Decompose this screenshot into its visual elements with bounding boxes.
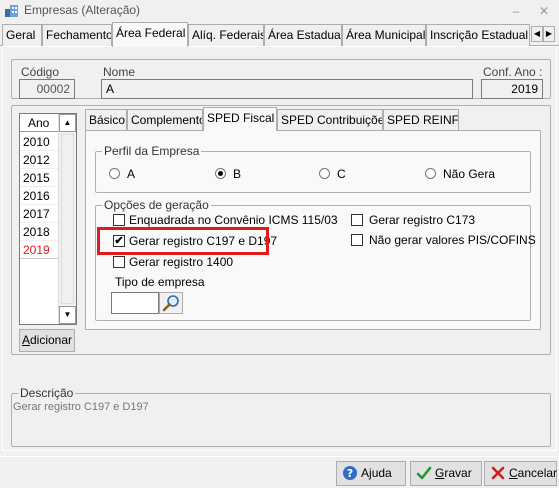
- tipo-empresa-label: Tipo de empresa: [115, 275, 205, 289]
- hotkey-letter: A: [21, 333, 30, 347]
- tab-label: SPED Fiscal: [207, 111, 275, 125]
- perfil-label-b: B: [233, 167, 242, 181]
- scroll-down-icon[interactable]: ▼: [59, 306, 76, 324]
- cancelar-button[interactable]: Cancelar: [484, 461, 557, 486]
- hotkey-letter: C: [509, 466, 518, 480]
- perfil-title: Perfil da Empresa: [102, 144, 202, 158]
- search-icon: [162, 295, 179, 312]
- tab-label: Área Estadual: [268, 28, 342, 42]
- perfil-radio-nao-gera[interactable]: [425, 168, 436, 179]
- tipo-empresa-search-button[interactable]: [159, 292, 183, 314]
- year-list[interactable]: Ano 2010 2012 2015 2016 2017 2018 2019 ▲…: [19, 113, 77, 325]
- perfil-label-a: A: [127, 167, 136, 181]
- help-icon: ?: [343, 466, 357, 480]
- r1400-checkbox[interactable]: [113, 256, 125, 268]
- button-label: ravar: [444, 466, 472, 480]
- tab-complemento[interactable]: Complemento: [127, 109, 203, 130]
- year-list-scrollbar[interactable]: ▲ ▼: [58, 114, 76, 324]
- list-item[interactable]: 2012: [20, 151, 60, 169]
- tab-area-federal[interactable]: Área Federal: [112, 22, 188, 47]
- minimize-button[interactable]: –: [507, 3, 525, 19]
- hotkey-letter: G: [435, 466, 445, 480]
- scroll-track[interactable]: [61, 134, 74, 304]
- conf-ano-label: Conf. Ano :: [483, 65, 543, 79]
- gravar-button[interactable]: Gravar: [410, 461, 482, 486]
- tab-sped-fiscal[interactable]: SPED Fiscal: [203, 107, 277, 131]
- tab-label: Complemento: [131, 113, 203, 127]
- enquadrada-label: Enquadrada no Convênio ICMS 115/03: [129, 213, 338, 227]
- tab-label: Área Municipal: [346, 28, 426, 42]
- tab-aliq-federais[interactable]: Alíq. Federais: [188, 24, 264, 46]
- nome-field[interactable]: A: [101, 79, 473, 99]
- tab-label: SPED Contribuições: [281, 113, 383, 127]
- r1400-label: Gerar registro 1400: [129, 255, 234, 269]
- perfil-label-nao-gera: Não Gera: [443, 167, 496, 181]
- tab-sped-contribuicoes[interactable]: SPED Contribuições: [277, 109, 383, 130]
- main-tab-bar: Geral Fechamento Área Federal Alíq. Fede…: [0, 22, 559, 47]
- tab-label: SPED REINF: [387, 113, 459, 127]
- ajuda-button[interactable]: ? Ajuda: [336, 461, 406, 486]
- button-label: uda: [371, 466, 392, 480]
- tab-scroll-left-icon[interactable]: ◀: [531, 26, 543, 42]
- nao-pis-label: Não gerar valores PIS/COFINS: [369, 233, 536, 247]
- tab-fechamento[interactable]: Fechamento: [42, 24, 112, 46]
- scroll-up-icon[interactable]: ▲: [59, 114, 76, 132]
- tab-inscricao-estadual[interactable]: Inscrição Estadual S: [426, 24, 530, 46]
- svg-text:?: ?: [347, 467, 353, 480]
- close-button[interactable]: ✕: [535, 3, 553, 19]
- perfil-radio-c[interactable]: [319, 168, 330, 179]
- list-item[interactable]: 2017: [20, 205, 60, 223]
- tab-scroll-right-icon[interactable]: ▶: [543, 26, 555, 42]
- adicionar-button[interactable]: Adicionar: [19, 329, 75, 352]
- c173-checkbox[interactable]: [351, 214, 363, 226]
- list-item[interactable]: 2015: [20, 169, 60, 187]
- list-item-selected[interactable]: 2019: [20, 241, 60, 259]
- tab-label: Área Federal: [116, 26, 186, 40]
- button-label: dicionar: [29, 333, 73, 347]
- button-label: ancelar: [517, 466, 558, 480]
- codigo-field: 00002: [19, 79, 75, 99]
- app-icon: [5, 5, 18, 17]
- tab-sped-reinf[interactable]: SPED REINF: [383, 109, 459, 130]
- perfil-radio-b[interactable]: [215, 168, 226, 179]
- perfil-radio-a[interactable]: [109, 168, 120, 179]
- conf-ano-field: 2019: [481, 79, 543, 99]
- opcoes-title: Opções de geração: [102, 198, 211, 212]
- descricao-text: Gerar registro C197 e D197: [13, 401, 149, 413]
- tipo-empresa-field[interactable]: [111, 292, 159, 314]
- perfil-label-c: C: [337, 167, 346, 181]
- descricao-title: Descrição: [18, 386, 76, 400]
- c173-label: Gerar registro C173: [369, 213, 476, 227]
- tab-area-estadual[interactable]: Área Estadual: [264, 24, 342, 46]
- tab-label: Inscrição Estadual S: [430, 28, 530, 42]
- list-item[interactable]: 2018: [20, 223, 60, 241]
- window-title: Empresas (Alteração): [24, 3, 141, 17]
- checkmark-icon: [416, 466, 432, 480]
- area-federal-page: Código 00002 Nome A Conf. Ano : 2019 Ano…: [2, 46, 557, 451]
- tab-basico[interactable]: Básico: [85, 109, 127, 130]
- tab-geral[interactable]: Geral: [2, 24, 42, 46]
- nao-pis-checkbox[interactable]: [351, 234, 363, 246]
- list-item[interactable]: 2016: [20, 187, 60, 205]
- enquadrada-checkbox[interactable]: [113, 214, 125, 226]
- button-label: A: [361, 466, 370, 480]
- tab-label: Fechamento: [46, 28, 112, 42]
- tab-area-municipal[interactable]: Área Municipal: [342, 24, 426, 46]
- highlight-box: [97, 227, 269, 255]
- nome-label: Nome: [103, 65, 136, 79]
- title-bar: Empresas (Alteração) – ✕: [0, 0, 559, 22]
- tab-label: Básico: [89, 113, 126, 127]
- tab-label: Alíq. Federais: [192, 28, 264, 42]
- list-item[interactable]: 2010: [20, 133, 60, 151]
- close-icon: [491, 466, 505, 480]
- codigo-label: Código: [21, 65, 60, 79]
- year-list-header: Ano: [20, 114, 60, 132]
- tab-label: Geral: [6, 28, 36, 42]
